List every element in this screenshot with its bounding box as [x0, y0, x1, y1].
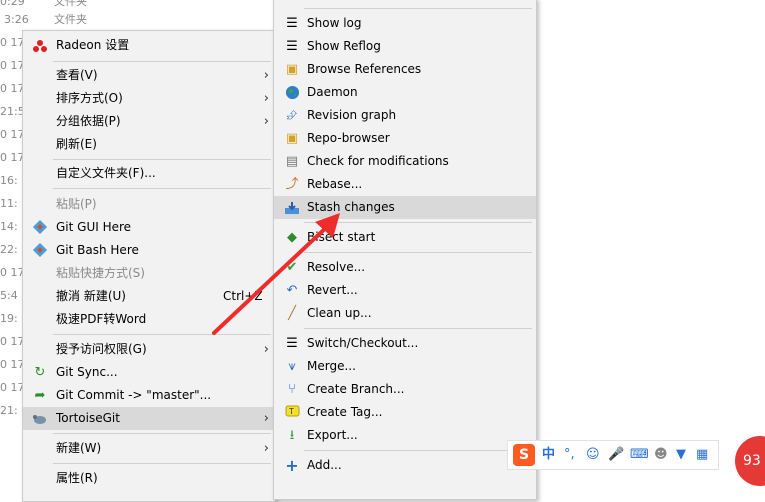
emoji-icon[interactable]: ☺ — [586, 445, 600, 465]
ime-toolbar: S 中 °, ☺ 🎤 ⌨ ☻ ▼ ▦ — [507, 440, 719, 470]
input-mode-toggle[interactable]: 中 — [542, 445, 555, 465]
keyboard-icon[interactable]: ⌨ — [630, 445, 649, 465]
annotation-arrow — [212, 213, 340, 335]
toolbox-icon[interactable]: ▦ — [696, 445, 708, 465]
punctuation-toggle[interactable]: °, — [564, 445, 575, 465]
sogou-logo-icon[interactable]: S — [513, 444, 535, 466]
skin-icon[interactable]: ▼ — [676, 445, 686, 465]
microphone-icon[interactable]: 🎤 — [608, 445, 624, 465]
user-icon[interactable]: ☻ — [654, 445, 668, 465]
